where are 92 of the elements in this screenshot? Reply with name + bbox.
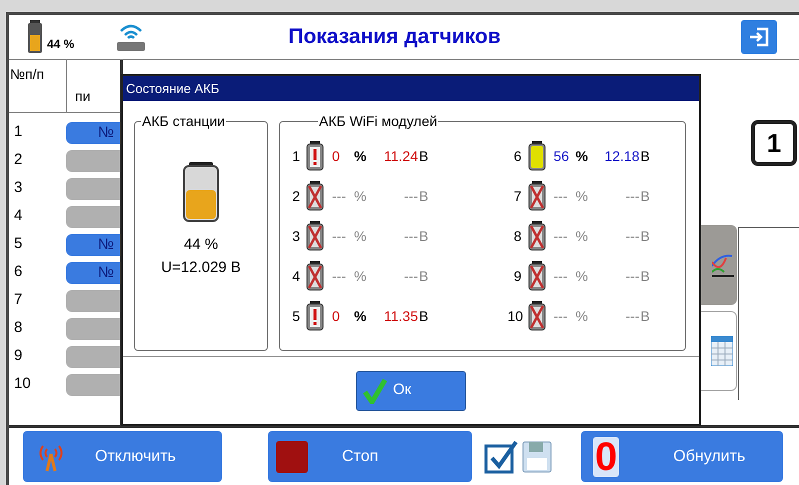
voltage-unit: В [418,226,430,246]
module-percent: --- [552,266,568,286]
percent-unit: % [576,226,589,246]
module-voltage: --- [403,226,418,246]
disconnect-button[interactable]: Отключить [23,431,222,482]
percent-unit: % [576,266,589,286]
stop-button[interactable]: Стоп [268,431,472,482]
station-percent: 44 % [184,235,218,255]
chart-button[interactable] [699,225,737,305]
module-percent: 56 [552,146,570,166]
module-percent: 0 [331,306,341,326]
voltage-unit: В [418,186,430,206]
percent-unit: % [354,226,368,246]
percent-unit: % [576,186,589,206]
module-voltage: 12.18 [603,146,640,166]
module-percent: --- [552,186,568,206]
module-number: 9 [512,266,522,286]
module-number: 10 [508,306,524,326]
monitor-button[interactable] [66,374,120,396]
module-number: 8 [512,226,522,246]
monitor-button[interactable] [66,150,120,172]
module-percent: 0 [331,146,341,166]
monitor-button[interactable]: № [66,234,120,256]
row-number: 2 [13,150,24,170]
voltage-unit: В [640,226,651,246]
module-number: 4 [291,266,301,286]
column-header: пи [74,87,92,106]
voltage-unit: В [418,146,430,166]
module-percent: --- [331,226,347,246]
monitor-button[interactable] [66,318,120,340]
module-percent: --- [331,266,347,286]
module-number: 7 [512,186,522,206]
dialog-title: Состояние АКБ [126,80,220,98]
module-percent: --- [552,226,568,246]
table-icon [711,336,733,366]
row-number: 9 [13,346,24,366]
exit-button[interactable] [741,20,777,54]
module-number: 3 [291,226,301,246]
exit-icon [748,26,770,48]
row-number: 8 [13,318,24,338]
voltage-unit: В [640,146,651,166]
station-voltage: U=12.029 В [161,258,241,278]
check-icon [363,378,387,404]
voltage-unit: В [640,186,651,206]
monitor-button[interactable]: № [66,122,120,144]
percent-unit: % [576,306,589,326]
row-number: 4 [13,206,24,226]
module-voltage: 11.35 [383,306,418,326]
row-number: 1 [13,122,24,142]
voltage-unit: В [640,306,651,326]
module-voltage: --- [403,266,418,286]
battery-percent: 44 % [47,36,74,53]
percent-unit: % [576,146,589,166]
module-number: 6 [512,146,522,166]
row-number: 10 [13,374,32,394]
voltage-unit: В [418,306,430,326]
percent-unit: % [354,146,368,166]
row-number: 3 [13,178,24,198]
column-header: №п/п [9,60,67,112]
module-voltage: --- [624,186,640,206]
monitor-button[interactable] [66,178,120,200]
module-voltage: --- [624,266,640,286]
percent-unit: % [354,186,368,206]
page-number: 1 [766,126,782,160]
module-percent: --- [331,186,347,206]
percent-unit: % [354,306,368,326]
monitor-button[interactable] [66,290,120,312]
row-number: 7 [13,290,24,310]
module-percent: --- [552,306,568,326]
ok-button[interactable]: Ок [356,370,466,410]
chart-icon [712,252,734,278]
percent-unit: % [354,266,368,286]
module-number: 2 [291,186,301,206]
voltage-unit: В [418,266,430,286]
module-number: 1 [291,146,301,166]
voltage-unit: В [640,266,651,286]
table-button[interactable] [699,311,737,391]
stop-icon [276,440,308,472]
module-voltage: --- [624,226,640,246]
monitor-button[interactable] [66,206,120,228]
monitor-button[interactable]: № [66,262,120,284]
screen-title: Показания датчиков [288,24,501,50]
module-voltage: 11.24 [383,146,418,166]
row-number: 5 [13,234,24,254]
module-voltage: --- [403,186,418,206]
row-number: 6 [13,262,24,282]
module-number: 5 [291,306,301,326]
module-voltage: --- [624,306,640,326]
battery-icon [183,162,219,222]
reset-button[interactable]: 0 Обнулить [581,431,783,482]
monitor-button[interactable] [66,346,120,368]
battery-icon [27,20,43,54]
